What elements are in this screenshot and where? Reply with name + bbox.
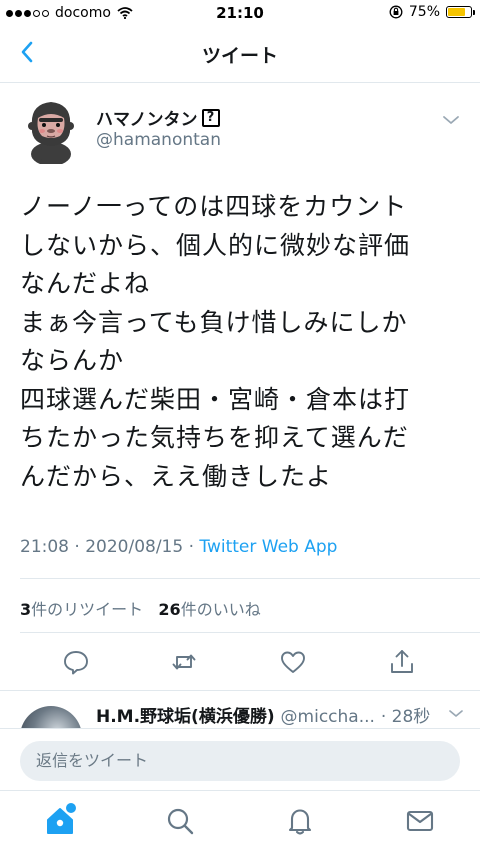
reply-display-name: H.M.野球垢(横浜優勝) (96, 707, 275, 727)
retweet-count: 3 (20, 600, 32, 619)
status-right: 75% (389, 4, 475, 20)
divider (20, 632, 480, 633)
tweet-meta: 21:08 · 2020/08/15 · Twitter Web App (20, 537, 337, 557)
name-row: ハマノンタン ? (96, 105, 220, 130)
reply-time: · 28秒 (380, 707, 431, 727)
share-icon[interactable] (388, 648, 416, 676)
orientation-lock-icon (389, 5, 403, 19)
search-icon[interactable] (164, 805, 196, 837)
tweet-timestamp: 21:08 · 2020/08/15 · (20, 537, 200, 557)
status-bar: docomo 21:10 75% (0, 0, 480, 26)
tab-home[interactable] (44, 801, 78, 837)
like-stat[interactable]: 26件のいいね (158, 600, 260, 619)
divider (0, 690, 480, 691)
page-title: ツイート (201, 45, 278, 67)
like-icon[interactable] (279, 648, 307, 676)
user-handle[interactable]: @hamanontan (96, 130, 221, 150)
notifications-icon[interactable] (284, 805, 316, 837)
reply-icon[interactable] (62, 648, 90, 676)
display-name[interactable]: ハマノンタン (96, 105, 198, 130)
retweet-icon[interactable] (170, 648, 198, 676)
tweet-actions (0, 646, 480, 680)
tweet-source-link[interactable]: Twitter Web App (199, 537, 337, 557)
notification-dot (64, 801, 78, 815)
chevron-down-icon[interactable] (442, 114, 460, 126)
reply-preview[interactable]: H.M.野球垢(横浜優勝) @miccha... · 28秒 (20, 698, 464, 728)
tweet-header: ハマノンタン ? @hamanontan (20, 96, 460, 166)
navigation-bar: ツイート (0, 26, 480, 83)
battery-percent: 75% (408, 4, 440, 20)
messages-icon[interactable] (404, 805, 436, 837)
tweet-text: ノーノ一ってのは四球をカウント しないから、個人的に微妙な評価 なんだよね まぁ… (20, 192, 411, 491)
tweet-stats: 3件のリツイート 26件のいいね (20, 596, 261, 620)
tab-bar (0, 790, 480, 855)
like-count: 26 (158, 600, 181, 619)
avatar[interactable] (20, 96, 82, 164)
divider (20, 578, 480, 579)
chevron-down-icon[interactable] (448, 708, 464, 719)
reply-compose-bar: 返信をツイート (0, 728, 480, 791)
reply-avatar[interactable] (20, 706, 82, 728)
retweet-stat[interactable]: 3件のリツイート (20, 600, 143, 619)
reply-input[interactable]: 返信をツイート (20, 741, 460, 781)
battery-fill (448, 8, 465, 16)
retweet-label: 件のリツイート (31, 600, 144, 619)
reply-handle: @miccha... (280, 707, 375, 727)
like-label: 件のいいね (180, 600, 261, 619)
battery-icon (446, 6, 475, 18)
unknown-emoji-icon: ? (201, 108, 220, 127)
reply-header: H.M.野球垢(横浜優勝) @miccha... · 28秒 (96, 702, 430, 727)
